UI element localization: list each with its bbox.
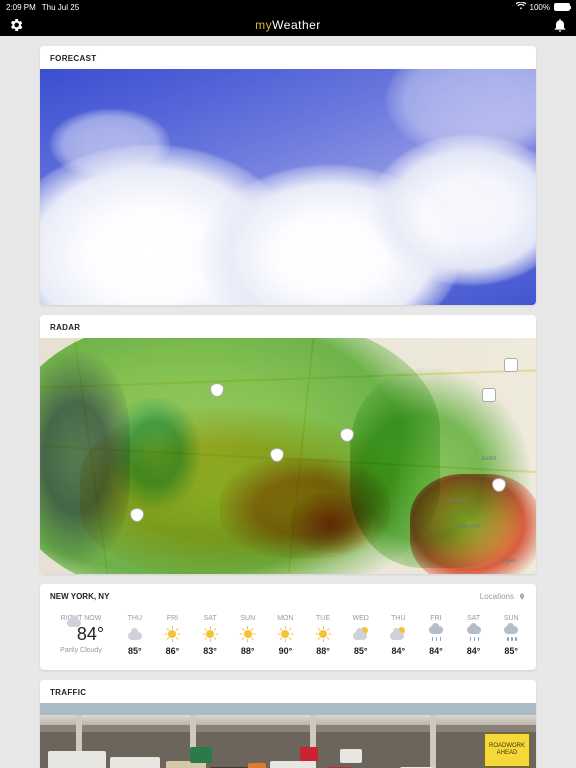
- day-temp: 85°: [342, 646, 380, 656]
- day-column[interactable]: SUN 85°: [492, 611, 530, 660]
- current-weather: RIGHT NOW 84° Partly Cloudy: [46, 611, 116, 660]
- day-temp: 84°: [417, 646, 455, 656]
- day-column[interactable]: FRI 84°: [417, 611, 455, 660]
- day-temp: 85°: [116, 646, 154, 656]
- sunny-icon: [229, 625, 267, 643]
- day-temp: 88°: [304, 646, 342, 656]
- day-label: WED: [342, 615, 380, 622]
- daily-card[interactable]: NEW YORK, NY Locations RIGHT NOW 84° Par…: [40, 584, 536, 670]
- day-label: FRI: [154, 615, 192, 622]
- day-column[interactable]: SUN 88°: [229, 611, 267, 660]
- day-temp: 88°: [229, 646, 267, 656]
- wifi-icon: [516, 2, 526, 12]
- partly-icon: [379, 625, 417, 643]
- traffic-title: TRAFFIC: [40, 680, 536, 703]
- battery-icon: [554, 3, 570, 11]
- day-column[interactable]: TUE 88°: [304, 611, 342, 660]
- day-temp: 85°: [492, 646, 530, 656]
- radar-card[interactable]: RADAR Astell Oxford Logan Lexington: [40, 315, 536, 574]
- forecast-card[interactable]: FORECAST: [40, 46, 536, 305]
- day-label: SAT: [191, 615, 229, 622]
- radar-image: Astell Oxford Logan Lexington: [40, 338, 536, 574]
- forecast-title: FORECAST: [40, 46, 536, 69]
- location-header: NEW YORK, NY Locations: [40, 584, 536, 607]
- day-label: TUE: [304, 615, 342, 622]
- day-label: MON: [267, 615, 305, 622]
- day-label: FRI: [417, 615, 455, 622]
- traffic-image: ROADWORK AHEAD 80: [40, 703, 536, 768]
- day-temp: 86°: [154, 646, 192, 656]
- settings-icon[interactable]: [8, 17, 24, 33]
- day-label: SUN: [492, 615, 530, 622]
- day-temp: 84°: [455, 646, 493, 656]
- day-label: THU: [116, 615, 154, 622]
- bell-icon[interactable]: [552, 17, 568, 33]
- day-label: SUN: [229, 615, 267, 622]
- day-temp: 83°: [191, 646, 229, 656]
- rain-icon: [455, 625, 493, 643]
- sunny-icon: [267, 625, 305, 643]
- status-bar: 2:09 PM Thu Jul 25 100%: [0, 0, 576, 14]
- status-time: 2:09 PM: [6, 3, 36, 12]
- current-condition: Partly Cloudy: [48, 647, 114, 654]
- day-temp: 90°: [267, 646, 305, 656]
- daily-forecast-row: RIGHT NOW 84° Partly Cloudy THU 85° FRI 86°…: [40, 607, 536, 670]
- day-column[interactable]: SAT 84°: [455, 611, 493, 660]
- day-column[interactable]: WED 85°: [342, 611, 380, 660]
- locations-button[interactable]: Locations: [480, 592, 526, 601]
- day-column[interactable]: FRI 86°: [154, 611, 192, 660]
- day-label: THU: [379, 615, 417, 622]
- forecast-image: [40, 69, 536, 305]
- day-label: SAT: [455, 615, 493, 622]
- day-column[interactable]: THU 85°: [116, 611, 154, 660]
- rain-icon: [417, 625, 455, 643]
- sunny-icon: [154, 625, 192, 643]
- nav-bar: myWeather: [0, 14, 576, 36]
- status-battery-pct: 100%: [530, 3, 550, 12]
- app-title: myWeather: [255, 18, 321, 32]
- sunny-icon: [304, 625, 342, 643]
- day-column[interactable]: MON 90°: [267, 611, 305, 660]
- location-name: NEW YORK, NY: [50, 592, 109, 601]
- content: FORECAST RADAR Astell Oxford Logan: [0, 36, 576, 768]
- rain-icon: [492, 625, 530, 643]
- day-temp: 84°: [379, 646, 417, 656]
- status-date: Thu Jul 25: [42, 3, 79, 12]
- cloudy-icon: [58, 627, 74, 643]
- day-column[interactable]: THU 84°: [379, 611, 417, 660]
- day-column[interactable]: SAT 83°: [191, 611, 229, 660]
- sunny-icon: [191, 625, 229, 643]
- partly-icon: [342, 625, 380, 643]
- pin-icon: [518, 593, 526, 601]
- road-sign: ROADWORK AHEAD: [484, 733, 530, 767]
- current-temp: 84°: [77, 624, 104, 645]
- traffic-card[interactable]: TRAFFIC ROADWORK AHEAD 80: [40, 680, 536, 768]
- cloudy-icon: [116, 625, 154, 643]
- radar-title: RADAR: [40, 315, 536, 338]
